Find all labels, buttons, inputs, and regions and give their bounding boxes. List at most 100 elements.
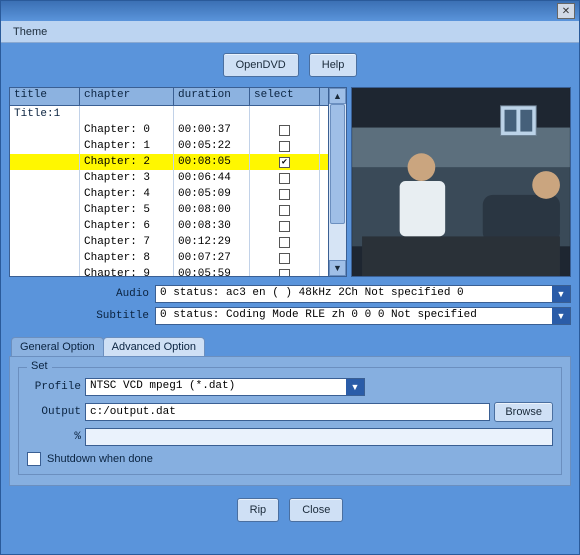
cell-title: Title:1 [10, 106, 80, 122]
cell-chapter: Chapter: 0 [80, 122, 174, 138]
scroll-down-icon[interactable]: ▼ [329, 260, 346, 276]
profile-row: Profile NTSC VCD mpeg1 (*.dat) ▼ [27, 378, 553, 396]
table-row[interactable]: Chapter: 800:07:27 [10, 250, 328, 266]
table-body: Title:1Chapter: 000:00:37Chapter: 100:05… [10, 106, 328, 276]
audio-combo[interactable]: 0 status: ac3 en ( ) 48kHz 2Ch Not speci… [155, 285, 571, 303]
col-title[interactable]: title [10, 88, 80, 105]
row-checkbox[interactable] [279, 205, 290, 216]
scroll-up-icon[interactable]: ▲ [329, 88, 346, 104]
table-row[interactable]: Chapter: 500:08:00 [10, 202, 328, 218]
cell-select [250, 250, 320, 266]
progress-row: % [27, 428, 553, 446]
cell-title [10, 154, 80, 170]
audio-value: 0 status: ac3 en ( ) 48kHz 2Ch Not speci… [156, 286, 552, 302]
table-header: title chapter duration select [10, 88, 328, 106]
table-row[interactable]: Title:1 [10, 106, 328, 122]
subtitle-value: 0 status: Coding Mode RLE zh 0 0 0 Not s… [156, 308, 552, 324]
shutdown-checkbox[interactable] [27, 452, 41, 466]
cell-duration: 00:12:29 [174, 234, 250, 250]
profile-combo[interactable]: NTSC VCD mpeg1 (*.dat) ▼ [85, 378, 365, 396]
cell-title [10, 234, 80, 250]
video-preview [351, 87, 571, 277]
table-scrollbar[interactable]: ▲ ▼ [328, 88, 346, 276]
cell-duration: 00:05:22 [174, 138, 250, 154]
cell-title [10, 218, 80, 234]
row-checkbox[interactable] [279, 253, 290, 264]
output-input[interactable] [85, 403, 490, 421]
table-row[interactable]: Chapter: 400:05:09 [10, 186, 328, 202]
chapter-table: title chapter duration select Title:1Cha… [10, 88, 328, 276]
preview-image [352, 88, 570, 276]
col-chapter[interactable]: chapter [80, 88, 174, 105]
cell-duration: 00:05:09 [174, 186, 250, 202]
rip-button[interactable]: Rip [237, 498, 280, 522]
row-checkbox[interactable] [279, 141, 290, 152]
audio-label: Audio [9, 288, 149, 300]
row-checkbox[interactable] [279, 125, 290, 136]
menu-theme[interactable]: Theme [7, 24, 53, 40]
table-row[interactable]: Chapter: 700:12:29 [10, 234, 328, 250]
audio-row: Audio 0 status: ac3 en ( ) 48kHz 2Ch Not… [1, 283, 579, 305]
chevron-down-icon[interactable]: ▼ [552, 286, 570, 302]
cell-duration: 00:06:44 [174, 170, 250, 186]
subtitle-combo[interactable]: 0 status: Coding Mode RLE zh 0 0 0 Not s… [155, 307, 571, 325]
cell-title [10, 122, 80, 138]
subtitle-label: Subtitle [9, 310, 149, 322]
cell-select: ✔ [250, 154, 320, 170]
menu-bar: Theme [1, 21, 579, 43]
profile-label: Profile [27, 381, 81, 393]
row-checkbox[interactable] [279, 237, 290, 248]
cell-select [250, 138, 320, 154]
table-row[interactable]: Chapter: 000:00:37 [10, 122, 328, 138]
cell-select [250, 170, 320, 186]
cell-title [10, 170, 80, 186]
chevron-down-icon[interactable]: ▼ [552, 308, 570, 324]
cell-select [250, 202, 320, 218]
cell-select [250, 218, 320, 234]
cell-select [250, 266, 320, 276]
close-icon: ✕ [562, 6, 570, 17]
progress-bar [85, 428, 553, 446]
cell-select [250, 122, 320, 138]
row-checkbox[interactable] [279, 269, 290, 277]
col-select[interactable]: select [250, 88, 320, 105]
cell-duration: 00:08:30 [174, 218, 250, 234]
help-button[interactable]: Help [309, 53, 358, 77]
cell-duration: 00:08:05 [174, 154, 250, 170]
row-checkbox[interactable] [279, 221, 290, 232]
close-button[interactable]: Close [289, 498, 343, 522]
row-checkbox[interactable] [279, 189, 290, 200]
scroll-track[interactable] [329, 104, 346, 260]
window-close-button[interactable]: ✕ [557, 3, 575, 19]
cell-chapter: Chapter: 5 [80, 202, 174, 218]
open-dvd-button[interactable]: OpenDVD [223, 53, 299, 77]
chevron-down-icon[interactable]: ▼ [346, 379, 364, 395]
table-row[interactable]: Chapter: 600:08:30 [10, 218, 328, 234]
cell-title [10, 186, 80, 202]
output-label: Output [27, 406, 81, 418]
scroll-thumb[interactable] [330, 104, 345, 224]
set-fieldset: Set Profile NTSC VCD mpeg1 (*.dat) ▼ Out… [18, 367, 562, 475]
row-checkbox[interactable] [279, 173, 290, 184]
shutdown-row[interactable]: Shutdown when done [27, 452, 553, 466]
cell-title [10, 266, 80, 276]
stage: title chapter duration select Title:1Cha… [1, 87, 579, 277]
table-row[interactable]: Chapter: 300:06:44 [10, 170, 328, 186]
browse-button[interactable]: Browse [494, 402, 553, 422]
row-checkbox[interactable]: ✔ [279, 157, 290, 168]
tab-advanced[interactable]: Advanced Option [103, 337, 205, 356]
tab-panel-general: Set Profile NTSC VCD mpeg1 (*.dat) ▼ Out… [9, 356, 571, 486]
titlebar[interactable]: ✕ [1, 1, 579, 21]
cell-duration [174, 106, 250, 122]
cell-chapter: Chapter: 2 [80, 154, 174, 170]
bottom-button-row: Rip Close [1, 486, 579, 534]
cell-select [250, 234, 320, 250]
col-duration[interactable]: duration [174, 88, 250, 105]
cell-chapter: Chapter: 6 [80, 218, 174, 234]
table-row[interactable]: Chapter: 900:05:59 [10, 266, 328, 276]
cell-title [10, 202, 80, 218]
table-row[interactable]: Chapter: 100:05:22 [10, 138, 328, 154]
tab-general[interactable]: General Option [11, 337, 104, 356]
table-row[interactable]: Chapter: 200:08:05 ✔ [10, 154, 328, 170]
cell-select [250, 106, 320, 122]
